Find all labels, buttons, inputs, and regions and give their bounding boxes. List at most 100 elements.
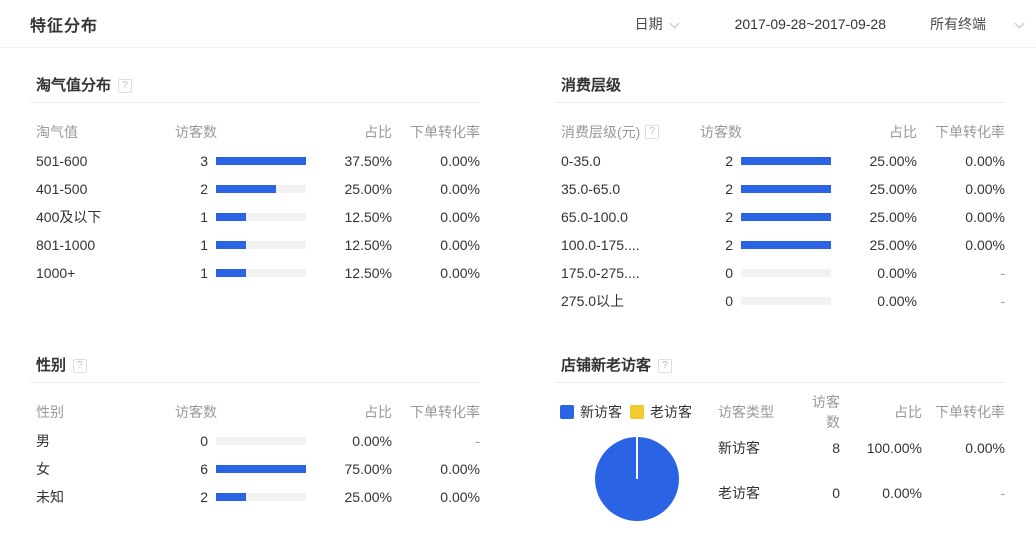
column-header-visitors: 访客数 bbox=[175, 402, 306, 422]
bar-fill bbox=[741, 157, 831, 165]
bar-fill bbox=[216, 213, 246, 221]
row-label: 801-1000 bbox=[30, 237, 175, 253]
row-label: 275.0以上 bbox=[555, 291, 700, 311]
table-row: 0-35.0225.00%0.00% bbox=[555, 147, 1005, 175]
page-title: 特征分布 bbox=[30, 12, 98, 36]
legend-item[interactable]: 新访客 bbox=[560, 402, 622, 422]
table-body: 0-35.0225.00%0.00%35.0-65.0225.00%0.00%6… bbox=[555, 147, 1005, 315]
column-header-visitors: 访客数 bbox=[700, 122, 831, 142]
help-icon[interactable]: ? bbox=[658, 359, 672, 373]
share-value: 0.00% bbox=[831, 293, 917, 309]
conversion-value: 0.00% bbox=[917, 153, 1005, 169]
visitor-count: 2 bbox=[700, 181, 733, 197]
chevron-down-icon bbox=[669, 18, 681, 30]
share-value: 12.50% bbox=[306, 209, 392, 225]
conversion-value: - bbox=[917, 265, 1005, 281]
column-header-share: 占比 bbox=[840, 402, 922, 422]
conversion-value: 0.00% bbox=[392, 489, 480, 505]
bar-track bbox=[741, 213, 831, 221]
pie-chart[interactable] bbox=[595, 437, 679, 521]
legend-swatch-icon bbox=[630, 405, 644, 419]
column-header-label: 淘气值 bbox=[30, 122, 175, 142]
visitor-count: 0 bbox=[700, 265, 733, 281]
table-row: 老访客00.00%- bbox=[718, 470, 1005, 515]
column-header-conversion: 下单转化率 bbox=[917, 122, 1005, 142]
bar-fill bbox=[216, 185, 276, 193]
row-label: 400及以下 bbox=[30, 207, 175, 227]
visitor-count: 0 bbox=[175, 433, 208, 449]
table-header: 性别 访客数 占比 下单转化率 bbox=[30, 404, 480, 420]
bar-fill bbox=[216, 493, 246, 501]
visitor-count: 0 bbox=[700, 293, 733, 309]
bar-fill bbox=[216, 157, 306, 165]
help-icon[interactable]: ? bbox=[118, 79, 132, 93]
topbar: 特征分布 日期 2017-09-28~2017-09-28 所有终端 bbox=[0, 0, 1036, 48]
conversion-value: 0.00% bbox=[917, 209, 1005, 225]
table-row: 1000+112.50%0.00% bbox=[30, 259, 480, 287]
date-type-dropdown[interactable]: 日期 bbox=[635, 14, 681, 34]
share-value: 25.00% bbox=[306, 181, 392, 197]
help-icon[interactable]: ? bbox=[73, 359, 87, 373]
table-row: 275.0以上0 0.00%- bbox=[555, 287, 1005, 315]
bar-track bbox=[741, 185, 831, 193]
table-row: 35.0-65.02 25.00%0.00% bbox=[555, 175, 1005, 203]
share-value: 25.00% bbox=[831, 181, 917, 197]
help-icon[interactable]: ? bbox=[645, 125, 659, 139]
table-row: 100.0-175....225.00%0.00% bbox=[555, 231, 1005, 259]
share-value: 37.50% bbox=[306, 153, 392, 169]
column-header-visitor-type: 访客类型 bbox=[718, 402, 808, 422]
bar-track bbox=[216, 185, 306, 193]
visitor-count: 2 bbox=[175, 489, 208, 505]
legend-item[interactable]: 老访客 bbox=[630, 402, 692, 422]
date-type-label: 日期 bbox=[635, 14, 663, 34]
column-header-label: 性别 bbox=[30, 402, 175, 422]
conversion-value: 0.00% bbox=[392, 153, 480, 169]
column-header-conversion: 下单转化率 bbox=[392, 402, 480, 422]
bar-track bbox=[741, 269, 831, 277]
panel-title: 消费层级 bbox=[561, 78, 621, 94]
bar-track bbox=[216, 269, 306, 277]
column-header-conversion: 下单转化率 bbox=[922, 402, 1005, 422]
panel-title: 店铺新老访客 bbox=[561, 358, 651, 374]
panel-grid: 淘气值分布 ? 淘气值 访客数 占比 下单转化率 501-600337.50%0… bbox=[0, 48, 1036, 515]
conversion-value: 0.00% bbox=[917, 181, 1005, 197]
row-label: 35.0-65.0 bbox=[555, 181, 700, 197]
column-header-label: 消费层级(元) ? bbox=[555, 122, 700, 142]
share-value: 12.50% bbox=[306, 237, 392, 253]
conversion-value: - bbox=[917, 293, 1005, 309]
bar-fill bbox=[216, 241, 246, 249]
table-row: 未知225.00%0.00% bbox=[30, 483, 480, 511]
column-header-visitors: 访客数 bbox=[175, 122, 306, 142]
panel-consumption-level: 消费层级 消费层级(元) ? 访客数 占比 下单转化率 0-35.0225.00… bbox=[555, 78, 1005, 315]
terminal-label: 所有终端 bbox=[930, 14, 986, 34]
visitor-count: 1 bbox=[175, 237, 208, 253]
legend-and-header-row: 新访客老访客 访客类型 访客数 占比 下单转化率 bbox=[555, 404, 1005, 420]
table-body: 男00.00%-女675.00%0.00%未知225.00%0.00% bbox=[30, 427, 480, 511]
visitor-count: 8 bbox=[808, 440, 840, 456]
share-value: 25.00% bbox=[831, 153, 917, 169]
date-range-picker[interactable]: 2017-09-28~2017-09-28 bbox=[735, 16, 886, 32]
table-row: 男00.00%- bbox=[30, 427, 480, 455]
table-body: 新访客8100.00%0.00%老访客00.00%- bbox=[718, 420, 1005, 515]
table-row: 65.0-100.0225.00%0.00% bbox=[555, 203, 1005, 231]
table-body: 501-600337.50%0.00%401-500225.00%0.00%40… bbox=[30, 147, 480, 287]
table-row: 801-1000112.50%0.00% bbox=[30, 231, 480, 259]
column-header-share: 占比 bbox=[306, 402, 392, 422]
visitor-count: 2 bbox=[175, 181, 208, 197]
visitor-count: 2 bbox=[700, 237, 733, 253]
row-label: 65.0-100.0 bbox=[555, 209, 700, 225]
table-row: 新访客8100.00%0.00% bbox=[718, 425, 1005, 470]
panel-title-row: 店铺新老访客 ? bbox=[555, 358, 1005, 383]
terminal-dropdown[interactable]: 所有终端 bbox=[930, 14, 1026, 34]
visitor-count: 6 bbox=[175, 461, 208, 477]
bar-track bbox=[216, 437, 306, 445]
visitor-count: 0 bbox=[808, 485, 840, 501]
panel-taoqi-distribution: 淘气值分布 ? 淘气值 访客数 占比 下单转化率 501-600337.50%0… bbox=[30, 78, 480, 315]
share-value: 0.00% bbox=[306, 433, 392, 449]
bar-fill bbox=[741, 213, 831, 221]
visitor-count: 2 bbox=[700, 153, 733, 169]
pie-panel-body: 新访客8100.00%0.00%老访客00.00%- bbox=[555, 420, 1005, 515]
panel-title-row: 淘气值分布 ? bbox=[30, 78, 480, 103]
bar-fill bbox=[741, 185, 831, 193]
row-label: 401-500 bbox=[30, 181, 175, 197]
